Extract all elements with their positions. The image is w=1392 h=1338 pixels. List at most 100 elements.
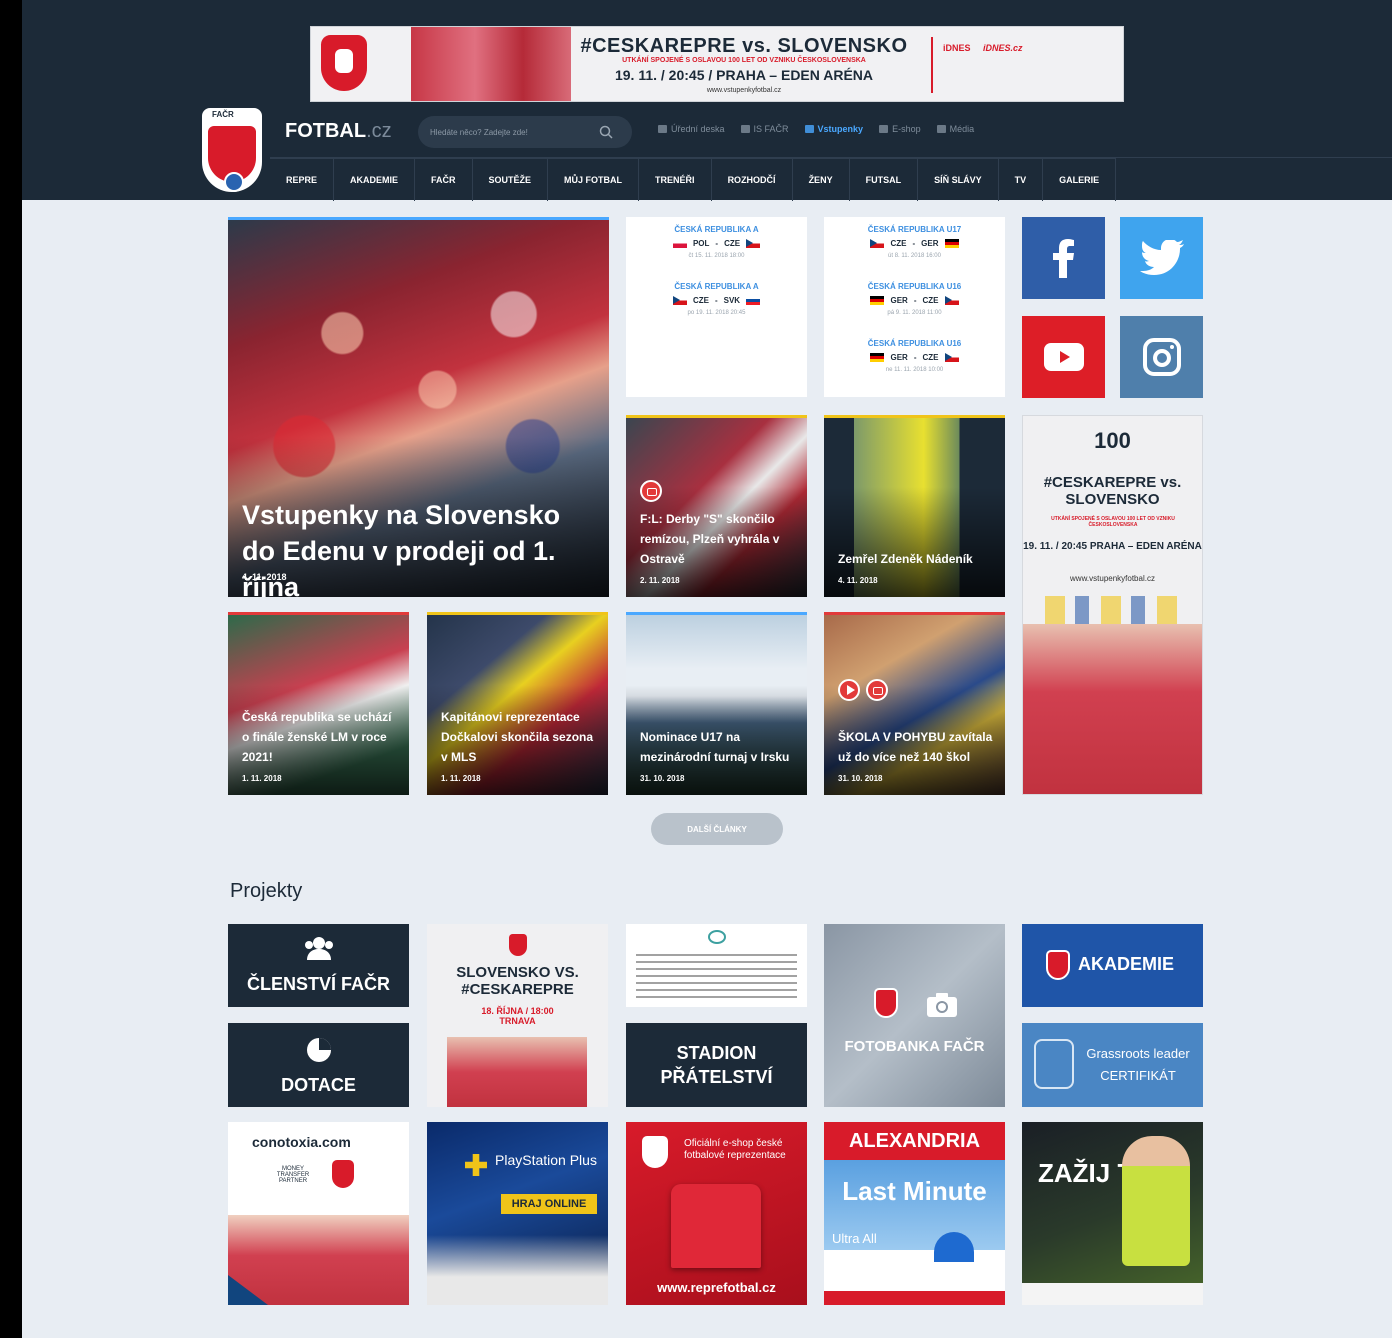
facr-logo[interactable] (202, 108, 262, 192)
search-icon[interactable] (598, 124, 614, 140)
stadion-tile[interactable]: STADION PŘÁTELSTVÍ (626, 1023, 807, 1107)
nav-rozhodci[interactable]: ROZHODČÍ (712, 159, 793, 201)
match-item[interactable]: ČESKÁ REPUBLIKA U16 GER - CZE ne 11. 11. 2… (824, 339, 1005, 373)
player-image (1122, 1136, 1190, 1266)
nav-facr[interactable]: FAČR (415, 159, 473, 201)
conotoxia-ad[interactable]: conotoxia.com MONEY TRANSFER PARTNER (228, 1122, 409, 1305)
nav-treneri[interactable]: TRENÉŘI (639, 159, 712, 201)
fotobanka-label: FOTOBANKA FAČR (844, 1038, 985, 1055)
news-date: 31. 10. 2018 (640, 774, 685, 783)
instagram-link[interactable] (1120, 316, 1203, 398)
matches-card-a[interactable]: ČESKÁ REPUBLIKA A POL - CZE čt 15. 11. 201… (626, 217, 807, 397)
match-item[interactable]: ČESKÁ REPUBLIKA A POL - CZE čt 15. 11. 201… (626, 225, 807, 259)
toplink-eshop[interactable]: E-shop (879, 124, 921, 134)
grassroots-tile[interactable]: Grassroots leader CERTIFIKÁT (1022, 1023, 1203, 1107)
banner-url: www.vstupenkyfotbal.cz (706, 87, 782, 94)
nsa-notice-text (636, 954, 797, 998)
match-teams: GER - CZE (824, 353, 1005, 362)
top-banner-ad[interactable]: #CESKAREPRE vs. SLOVENSKO UTKÁNÍ SPOJENÉ… (310, 26, 1124, 102)
match-when: pá 9. 11. 2018 11:00 (887, 310, 942, 316)
main-nav: REPRE AKADEMIE FAČR SOUTĚŽE MŮJ FOTBAL T… (270, 158, 1117, 201)
svk-ad-when: 18. ŘÍJNA / 18:00 TRNAVA (481, 1006, 554, 1026)
facr-crest-icon (332, 1160, 354, 1188)
nav-futsal[interactable]: FUTSAL (850, 159, 919, 201)
news-card[interactable]: ŠKOLA V POHYBU zavítala už do více než 1… (824, 612, 1005, 795)
toplink-uredni-deska[interactable]: Úřední deska (658, 124, 725, 134)
svk-match-ad[interactable]: SLOVENSKO VS. #CESKAREPRE 18. ŘÍJNA / 18… (427, 924, 608, 1107)
alexandria-ad[interactable]: ALEXANDRIA Last Minute Ultra All Inclusi… (824, 1122, 1005, 1305)
match-dash: - (913, 353, 917, 362)
flag-ger-icon (870, 353, 885, 362)
eshop-ad[interactable]: Oficiální e-shop české fotbalové repreze… (626, 1122, 807, 1305)
match-competition: ČESKÁ REPUBLIKA A (674, 225, 759, 234)
banner-title: #CESKAREPRE vs. SLOVENSKO (580, 35, 908, 57)
cz-flag-corner (228, 1275, 268, 1305)
match-teams: GER - CZE (824, 296, 1005, 305)
grassroots-badge-icon (1034, 1039, 1074, 1089)
matches-card-youth[interactable]: ČESKÁ REPUBLIKA U17 CZE - GER út 8. 11. 20… (824, 217, 1005, 397)
facebook-icon (1052, 239, 1074, 278)
toplink-is-facr[interactable]: IS FAČR (740, 124, 789, 134)
flag-svk-icon (746, 296, 761, 305)
match-away: GER (921, 239, 939, 248)
side-ad-ceskarepre[interactable]: 100 #CESKAREPRE vs. SLOVENSKO UTKÁNÍ SPO… (1022, 415, 1203, 795)
youtube-link[interactable] (1022, 316, 1105, 398)
nav-muj-fotbal[interactable]: MŮJ FOTBAL (548, 159, 640, 201)
more-articles-button[interactable]: DALŠÍ ČLÁNKY (651, 813, 783, 845)
zazij-to-ad[interactable]: ZAŽIJ TO (1022, 1122, 1203, 1305)
news-card[interactable]: Zemřel Zdeněk Nádeník 4. 11. 2018 (824, 415, 1005, 597)
money-partner-label: MONEY TRANSFER PARTNER (276, 1166, 310, 1184)
match-item[interactable]: ČESKÁ REPUBLIKA U16 GER - CZE pá 9. 11. 20… (824, 282, 1005, 316)
news-title: Kapitánovi reprezentace Dočkalovi skonči… (441, 710, 594, 764)
stadion-label: STADION PŘÁTELSTVÍ (660, 1043, 773, 1087)
match-away: SVK (723, 296, 741, 305)
twitter-link[interactable] (1120, 217, 1203, 299)
toplink-label: Úřední deska (671, 124, 725, 134)
nav-repre[interactable]: REPRE (270, 159, 335, 201)
dotace-tile[interactable]: DOTACE (228, 1023, 409, 1107)
pie-chart-icon (307, 1038, 331, 1062)
flag-cze-icon (746, 239, 761, 248)
jersey-image (671, 1184, 761, 1268)
last-minute-label: Last Minute (842, 1176, 987, 1206)
page: #CESKAREPRE vs. SLOVENSKO UTKÁNÍ SPOJENÉ… (22, 0, 1392, 1338)
site-name[interactable]: FOTBAL.cz (285, 120, 392, 143)
match-item[interactable]: ČESKÁ REPUBLIKA U17 CZE - GER út 8. 11. 20… (824, 225, 1005, 259)
news-card[interactable]: Česká republika se uchází o finále žensk… (228, 612, 409, 795)
flag-ger-icon (944, 239, 959, 248)
match-away: CZE (922, 353, 939, 362)
news-card[interactable]: Nominace U17 na mezinárodní turnaj v Irs… (626, 612, 807, 795)
playstation-label: PlayStation Plus (495, 1152, 597, 1168)
search-input[interactable] (430, 124, 590, 140)
nav-galerie[interactable]: GALERIE (1043, 159, 1117, 201)
akademie-tile[interactable]: AKADEMIE (1022, 924, 1203, 1007)
nav-souteze[interactable]: SOUTĚŽE (473, 159, 549, 201)
side-ad-sub: UTKÁNÍ SPOJENÉ S OSLAVOU 100 LET OD VZNI… (1051, 516, 1175, 528)
fotobanka-tile[interactable]: FOTOBANKA FAČR (824, 924, 1005, 1107)
toplink-label: IS FAČR (753, 124, 789, 134)
match-teams: POL - CZE (626, 239, 807, 248)
nsa-notice-tile[interactable] (626, 924, 807, 1007)
nav-zeny[interactable]: ŽENY (793, 159, 850, 201)
nav-tv[interactable]: TV (999, 159, 1044, 201)
membership-tile[interactable]: ČLENSTVÍ FAČR (228, 924, 409, 1007)
toplink-vstupenky[interactable]: Vstupenky (804, 124, 863, 134)
toplink-media[interactable]: Média (936, 124, 974, 134)
facebook-link[interactable] (1022, 217, 1105, 299)
hero-article[interactable]: Vstupenky na Slovensko do Edenu v prodej… (228, 217, 609, 597)
grassroots-label: Grassroots leader CERTIFIKÁT (1086, 1046, 1190, 1083)
match-item[interactable]: ČESKÁ REPUBLIKA A CZE - SVK po 19. 11. 201… (626, 282, 807, 316)
match-home: GER (890, 353, 908, 362)
nav-sin-slavy[interactable]: SÍŇ SLÁVY (918, 159, 999, 201)
news-card[interactable]: Kapitánovi reprezentace Dočkalovi skonči… (427, 612, 608, 795)
playstation-ad[interactable]: PlayStation Plus HRAJ ONLINE (427, 1122, 608, 1305)
flag-cze-icon (672, 296, 687, 305)
svk-ad-players-image (447, 1037, 587, 1107)
alexandria-label: ALEXANDRIA (848, 1130, 981, 1152)
side-ad-players-image (1023, 624, 1202, 794)
match-dash: - (715, 239, 719, 248)
banner-subtitle: UTKÁNÍ SPOJENÉ S OSLAVOU 100 LET OD VZNI… (622, 57, 866, 64)
news-card[interactable]: F:L: Derby "S" skončilo remízou, Plzeň v… (626, 415, 807, 597)
match-dash: - (714, 296, 718, 305)
nav-akademie[interactable]: AKADEMIE (334, 159, 416, 201)
